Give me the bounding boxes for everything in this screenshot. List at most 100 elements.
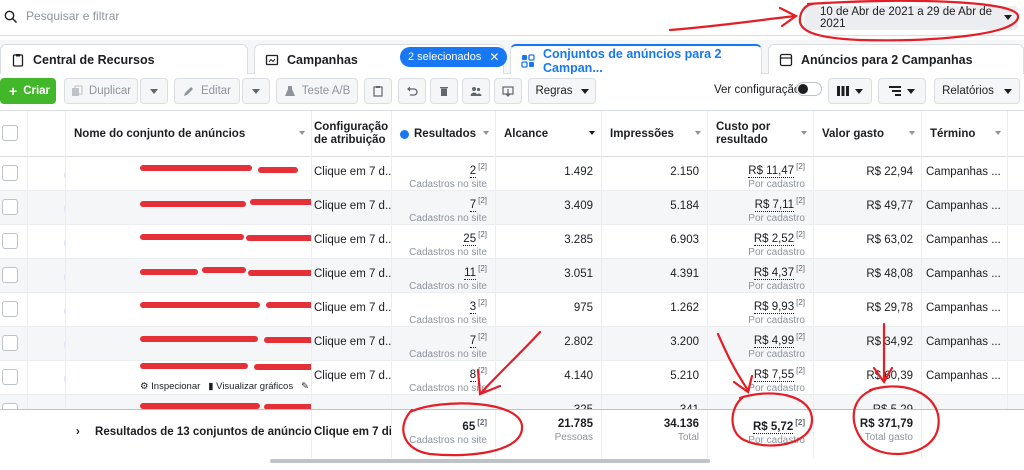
copy-icon xyxy=(71,85,83,96)
tab-label: Conjuntos de anúncios para 2 Campan... xyxy=(543,46,722,75)
table-row[interactable]: Clique em 7 d... 11 [2] Cadastros no site 3.… xyxy=(0,259,1024,293)
ad-set-name-cell[interactable] xyxy=(66,191,312,225)
row-checkbox[interactable] xyxy=(2,301,18,317)
reach-value: 2.802 xyxy=(564,336,593,348)
ad-set-name-cell[interactable] xyxy=(66,327,312,361)
view-config-label: Ver configuração xyxy=(714,84,801,96)
info-icon xyxy=(400,129,409,139)
select-all-checkbox[interactable] xyxy=(2,125,18,141)
redacted-name xyxy=(140,197,311,219)
selection-pill[interactable]: 2 selecionados ✕ xyxy=(400,47,508,67)
edit-dropdown-button[interactable] xyxy=(242,78,270,104)
redaction-mark xyxy=(264,337,311,343)
footnote-marker: [2] xyxy=(796,366,805,375)
summary-amount-spent: R$ 371,79 Total gasto xyxy=(814,410,922,458)
breakdown-button[interactable] xyxy=(878,78,926,104)
reach-value: 3.285 xyxy=(564,234,593,246)
inspect-action[interactable]: ⚙ Inspecionar xyxy=(140,381,200,392)
cost-per-result-cell: R$ 4,99 [2] Por cadastro xyxy=(708,327,814,361)
attribution-cell: Clique em 7 d... xyxy=(312,293,392,327)
results-cell: 3 [2] Cadastros no site xyxy=(392,293,496,327)
column-header-attribution[interactable]: Configuração de atribuição xyxy=(312,111,392,157)
ad-set-name-cell[interactable] xyxy=(66,293,312,327)
undo-button[interactable] xyxy=(398,78,426,104)
selection-count: 2 selecionados xyxy=(408,51,482,63)
table-row[interactable]: Clique em 7 d... 2 [2] Cadastros no site 1.4… xyxy=(0,157,1024,191)
clipboard-button[interactable] xyxy=(364,78,392,104)
end-value: Campanhas ... xyxy=(926,166,1001,178)
column-header-amount-spent[interactable]: Valor gasto xyxy=(814,111,922,157)
tab-ads[interactable]: Anúncios para 2 Campanhas xyxy=(768,44,1024,74)
date-range-picker[interactable]: 10 de Abr de 2021 a 29 de Abr de 2021 xyxy=(804,6,1018,30)
duplicate-action[interactable]: ✎ ❐ Duplicar xyxy=(301,381,311,392)
view-config-toggle[interactable] xyxy=(796,82,822,96)
spent-value: R$ 49,77 xyxy=(866,200,913,212)
row-checkbox[interactable] xyxy=(2,335,18,351)
reports-button[interactable]: Relatórios xyxy=(934,78,1020,104)
columns-button[interactable] xyxy=(828,78,872,104)
columns-icon xyxy=(837,86,849,96)
table-row[interactable]: Clique em 7 d... 3 [2] Cadastros no site 975… xyxy=(0,293,1024,327)
table-row[interactable]: Clique em 7 d... 7 [2] Cadastros no site 2.8… xyxy=(0,327,1024,361)
row-checkbox[interactable] xyxy=(2,267,18,283)
row-checkbox[interactable] xyxy=(2,199,18,215)
toggle-cell xyxy=(28,225,66,259)
ad-set-name-cell[interactable] xyxy=(66,225,312,259)
end-cell: Campanhas ... xyxy=(922,293,1008,327)
column-header-end[interactable]: Término xyxy=(922,111,1008,157)
footnote-marker: [2] xyxy=(478,162,487,171)
column-header-results[interactable]: Resultados xyxy=(392,111,496,157)
reach-value: 3.409 xyxy=(564,200,593,212)
results-value: 8 xyxy=(469,368,477,382)
cpr-value: R$ 2,52 xyxy=(753,232,795,246)
amount-spent-cell: R$ 29,78 xyxy=(814,293,922,327)
view-charts-action[interactable]: ▮ Visualizar gráficos xyxy=(208,381,293,392)
amount-spent-cell: R$ 34,92 xyxy=(814,327,922,361)
row-checkbox[interactable] xyxy=(2,233,18,249)
table-row[interactable]: Clique em 7 d... 7 [2] Cadastros no site 3.4… xyxy=(0,191,1024,225)
checkbox-cell xyxy=(0,157,28,191)
grid-icon xyxy=(521,53,535,68)
end-value: Campanhas ... xyxy=(926,336,1001,348)
summary-label-cell[interactable]: › Resultados de 13 conjuntos de anúncios xyxy=(66,410,312,458)
ab-test-button[interactable]: Teste A/B xyxy=(276,78,358,104)
export-button[interactable] xyxy=(494,78,522,104)
close-icon[interactable]: ✕ xyxy=(489,50,499,64)
redacted-name xyxy=(140,265,311,287)
cost-per-result-cell: R$ 4,37 [2] Por cadastro xyxy=(708,259,814,293)
row-checkbox[interactable] xyxy=(2,369,18,385)
undo-icon xyxy=(407,86,418,96)
delete-button[interactable] xyxy=(430,78,458,104)
ad-set-name-cell[interactable] xyxy=(66,157,312,191)
ad-set-name-cell[interactable] xyxy=(66,259,312,293)
footnote-marker: [2] xyxy=(478,264,487,273)
tab-ad-sets[interactable]: Conjuntos de anúncios para 2 Campan... xyxy=(510,44,762,75)
column-header-cost-per-result[interactable]: Custo por resultado xyxy=(708,111,814,157)
rules-button[interactable]: Regras xyxy=(528,78,596,104)
duplicate-dropdown-button[interactable] xyxy=(140,78,168,104)
end-value: Campanhas ... xyxy=(926,234,1001,246)
table-row[interactable]: ⚙ Inspecionar ▮ Visualizar gráficos ✎ ❐ Du… xyxy=(0,361,1024,395)
audience-button[interactable] xyxy=(462,78,490,104)
footnote-marker: [2] xyxy=(478,230,487,239)
results-sub: Cadastros no site xyxy=(409,348,487,360)
ad-set-name-cell[interactable]: ⚙ Inspecionar ▮ Visualizar gráficos ✎ ❐ Du… xyxy=(66,361,312,395)
impressions-value: 5.184 xyxy=(670,200,699,212)
row-checkbox[interactable] xyxy=(2,165,18,181)
column-header-reach[interactable]: Alcance xyxy=(496,111,602,157)
chevron-down-icon xyxy=(1004,15,1012,20)
chevron-right-icon: › xyxy=(76,426,80,438)
summary-cpr-value: R$ 5,72 xyxy=(752,420,794,434)
end-cell: Campanhas ... xyxy=(922,361,1008,395)
create-button[interactable]: + Criar xyxy=(0,78,56,104)
column-header-name[interactable]: Nome do conjunto de anúncios xyxy=(66,111,312,157)
tab-resource-center[interactable]: Central de Recursos xyxy=(0,44,248,74)
duplicate-button[interactable]: Duplicar xyxy=(64,78,138,104)
impressions-value: 5.210 xyxy=(670,370,699,382)
cpr-value: R$ 7,11 xyxy=(754,198,795,212)
edit-button[interactable]: Editar xyxy=(174,78,240,104)
horizontal-scrollbar[interactable] xyxy=(270,459,710,463)
column-header-impressions[interactable]: Impressões xyxy=(602,111,708,157)
search-input[interactable] xyxy=(26,9,526,23)
table-row[interactable]: Clique em 7 d... 25 [2] Cadastros no site 3.… xyxy=(0,225,1024,259)
